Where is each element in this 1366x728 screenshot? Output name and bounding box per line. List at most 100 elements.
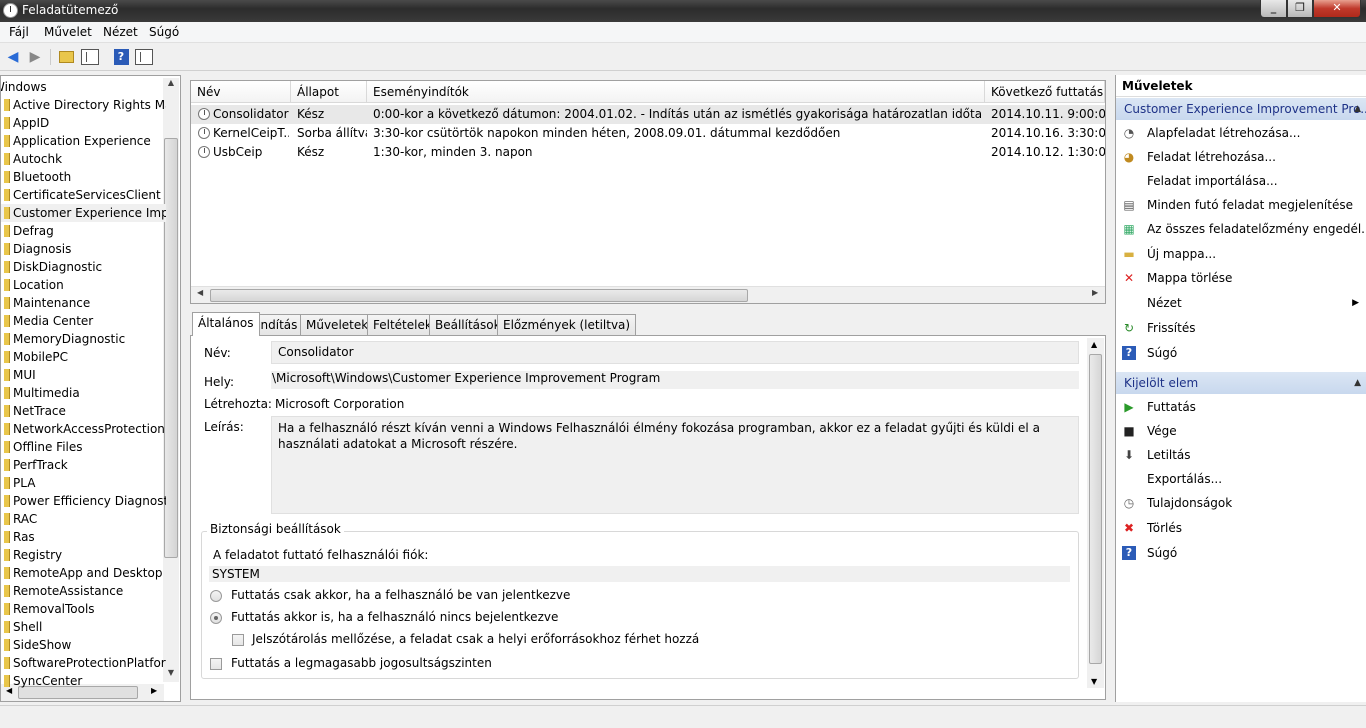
menu-view[interactable]: Nézet bbox=[103, 25, 138, 39]
do-not-store-password-checkbox[interactable] bbox=[232, 634, 244, 646]
tree-item[interactable]: Registry bbox=[1, 546, 166, 564]
column-status[interactable]: Állapot bbox=[291, 81, 367, 103]
tree-item[interactable]: Application Experience bbox=[1, 132, 166, 150]
table-row[interactable]: Consolidator Kész 0:00-kor a következő dát… bbox=[191, 105, 1105, 124]
details-vertical-scrollbar[interactable]: ▲ ▼ bbox=[1087, 338, 1104, 688]
tree-item[interactable]: PerfTrack bbox=[1, 456, 166, 474]
action-item[interactable]: Nézet ▶ bbox=[1116, 291, 1366, 315]
tree-item[interactable]: Defrag bbox=[1, 222, 166, 240]
action-item[interactable]: ◔ Alapfeladat létrehozása... bbox=[1116, 121, 1366, 145]
table-row[interactable]: KernelCeipT... Sorba állítva 3:30-kor csüt… bbox=[191, 124, 1105, 143]
action-item[interactable]: ▬ Új mappa... bbox=[1116, 242, 1366, 266]
menu-help[interactable]: Súgó bbox=[149, 25, 179, 39]
highest-privileges-checkbox[interactable] bbox=[210, 658, 222, 670]
scroll-left-icon[interactable]: ◀ bbox=[197, 288, 203, 297]
name-field[interactable]: Consolidator bbox=[271, 341, 1079, 364]
tree-item[interactable]: RemoteApp and Desktop Co bbox=[1, 564, 166, 582]
tree-item[interactable]: Power Efficiency Diagnostics bbox=[1, 492, 166, 510]
back-button[interactable]: ◀ bbox=[3, 47, 23, 67]
run-when-logged-on-radio[interactable] bbox=[210, 590, 222, 602]
tree-item[interactable]: Location bbox=[1, 276, 166, 294]
task-list-scroll-thumb[interactable] bbox=[210, 289, 748, 302]
tree-item[interactable]: Offline Files bbox=[1, 438, 166, 456]
action-item[interactable]: ▤ Minden futó feladat megjelenítése bbox=[1116, 193, 1366, 217]
task-list-horizontal-scrollbar[interactable]: ◀ ▶ bbox=[191, 286, 1105, 303]
actions-section-folder[interactable]: Customer Experience Improvement Pro... ▲ bbox=[1116, 98, 1366, 120]
tree-item[interactable]: Multimedia bbox=[1, 384, 166, 402]
action-item[interactable]: ✖ Törlés bbox=[1116, 516, 1366, 540]
action-item[interactable]: ✕ Mappa törlése bbox=[1116, 266, 1366, 290]
help-button[interactable]: ? bbox=[111, 47, 131, 67]
tree-item[interactable]: RemoteAssistance bbox=[1, 582, 166, 600]
tree-item[interactable]: MUI bbox=[1, 366, 166, 384]
action-item[interactable]: ◕ Feladat létrehozása... bbox=[1116, 145, 1366, 169]
action-item-label: Letiltás bbox=[1147, 448, 1191, 462]
close-button[interactable]: ✕ bbox=[1313, 0, 1361, 18]
tree-item[interactable]: RAC bbox=[1, 510, 166, 528]
column-next-run[interactable]: Következő futtatás ide bbox=[985, 81, 1105, 103]
collapse-icon[interactable]: ▲ bbox=[1354, 98, 1361, 120]
tree-item[interactable]: Bluetooth bbox=[1, 168, 166, 186]
tree-item[interactable]: SyncCenter bbox=[1, 672, 166, 690]
column-name[interactable]: Név bbox=[191, 81, 291, 103]
tree-item[interactable]: Media Center bbox=[1, 312, 166, 330]
tree-scroll-thumb[interactable] bbox=[164, 138, 178, 558]
tree-item[interactable]: PLA bbox=[1, 474, 166, 492]
tree-item[interactable]: Active Directory Rights Mana bbox=[1, 96, 166, 114]
tab-general[interactable]: Általános bbox=[192, 312, 260, 336]
tree-item[interactable]: MobilePC bbox=[1, 348, 166, 366]
column-triggers[interactable]: Eseményindítók bbox=[367, 81, 985, 103]
actions-section-selected[interactable]: Kijelölt elem ▲ bbox=[1116, 372, 1366, 394]
tree-item[interactable]: Shell bbox=[1, 618, 166, 636]
table-row[interactable]: UsbCeip Kész 1:30-kor, minden 3. napon 2014… bbox=[191, 143, 1105, 162]
tree-item[interactable]: NetTrace bbox=[1, 402, 166, 420]
details-scroll-thumb[interactable] bbox=[1089, 354, 1102, 664]
show-hide-action-pane-button[interactable] bbox=[134, 47, 154, 67]
forward-button[interactable]: ▶ bbox=[25, 47, 45, 67]
action-item[interactable]: ■ Vége bbox=[1116, 419, 1366, 443]
do-not-store-password-label[interactable]: Jelszótárolás mellőzése, a feladat csak … bbox=[252, 632, 699, 646]
menu-action[interactable]: Művelet bbox=[44, 25, 92, 39]
tree-item[interactable]: RemovalTools bbox=[1, 600, 166, 618]
action-item[interactable]: Feladat importálása... bbox=[1116, 169, 1366, 193]
tab-settings[interactable]: Beállítások bbox=[429, 314, 507, 336]
tree-item[interactable]: Ras bbox=[1, 528, 166, 546]
action-item[interactable]: ▦ Az összes feladatelőzmény engedél... bbox=[1116, 217, 1366, 241]
tree-item[interactable]: Windows bbox=[1, 78, 166, 96]
tree-item[interactable]: Customer Experience Improv bbox=[1, 204, 166, 222]
action-item[interactable]: ⬇ Letiltás bbox=[1116, 443, 1366, 467]
collapse-icon[interactable]: ▲ bbox=[1354, 372, 1361, 394]
action-item[interactable]: ▶ Futtatás bbox=[1116, 395, 1366, 419]
tab-actions[interactable]: Műveletek bbox=[300, 314, 375, 336]
action-item[interactable]: Exportálás... bbox=[1116, 467, 1366, 491]
up-folder-button[interactable] bbox=[56, 47, 76, 67]
tree-item[interactable]: DiskDiagnostic bbox=[1, 258, 166, 276]
scroll-down-icon[interactable]: ▼ bbox=[1091, 677, 1097, 686]
tree-item[interactable]: SoftwareProtectionPlatform bbox=[1, 654, 166, 672]
maximize-button[interactable]: ❐ bbox=[1287, 0, 1313, 18]
action-item[interactable]: ◷ Tulajdonságok bbox=[1116, 491, 1366, 515]
action-item[interactable]: ? Súgó bbox=[1116, 341, 1366, 365]
tree-item[interactable]: NetworkAccessProtection bbox=[1, 420, 166, 438]
action-item[interactable]: ? Súgó bbox=[1116, 541, 1366, 565]
run-whether-logged-on-radio[interactable] bbox=[210, 612, 222, 624]
tree-item[interactable]: Maintenance bbox=[1, 294, 166, 312]
scroll-up-icon[interactable]: ▲ bbox=[1091, 340, 1097, 349]
tree-item[interactable]: Diagnosis bbox=[1, 240, 166, 258]
tree-item[interactable]: SideShow bbox=[1, 636, 166, 654]
show-hide-tree-button[interactable] bbox=[80, 47, 100, 67]
tab-conditions[interactable]: Feltételek bbox=[367, 314, 438, 336]
tree-item[interactable]: MemoryDiagnostic bbox=[1, 330, 166, 348]
tree-item[interactable]: Autochk bbox=[1, 150, 166, 168]
run-when-logged-on-label[interactable]: Futtatás csak akkor, ha a felhasználó be… bbox=[231, 588, 570, 602]
run-whether-logged-on-label[interactable]: Futtatás akkor is, ha a felhasználó ninc… bbox=[231, 610, 558, 624]
scroll-right-icon[interactable]: ▶ bbox=[1092, 288, 1098, 297]
highest-privileges-label[interactable]: Futtatás a legmagasabb jogosultságszinte… bbox=[231, 656, 492, 670]
menu-file[interactable]: Fájl bbox=[9, 25, 29, 39]
tree-item[interactable]: AppID bbox=[1, 114, 166, 132]
action-item[interactable]: ↻ Frissítés bbox=[1116, 316, 1366, 340]
description-field[interactable]: Ha a felhasználó részt kíván venni a Win… bbox=[271, 416, 1079, 514]
minimize-button[interactable]: _ bbox=[1260, 0, 1287, 18]
tab-history[interactable]: Előzmények (letiltva) bbox=[497, 314, 637, 336]
tree-item[interactable]: CertificateServicesClient bbox=[1, 186, 166, 204]
